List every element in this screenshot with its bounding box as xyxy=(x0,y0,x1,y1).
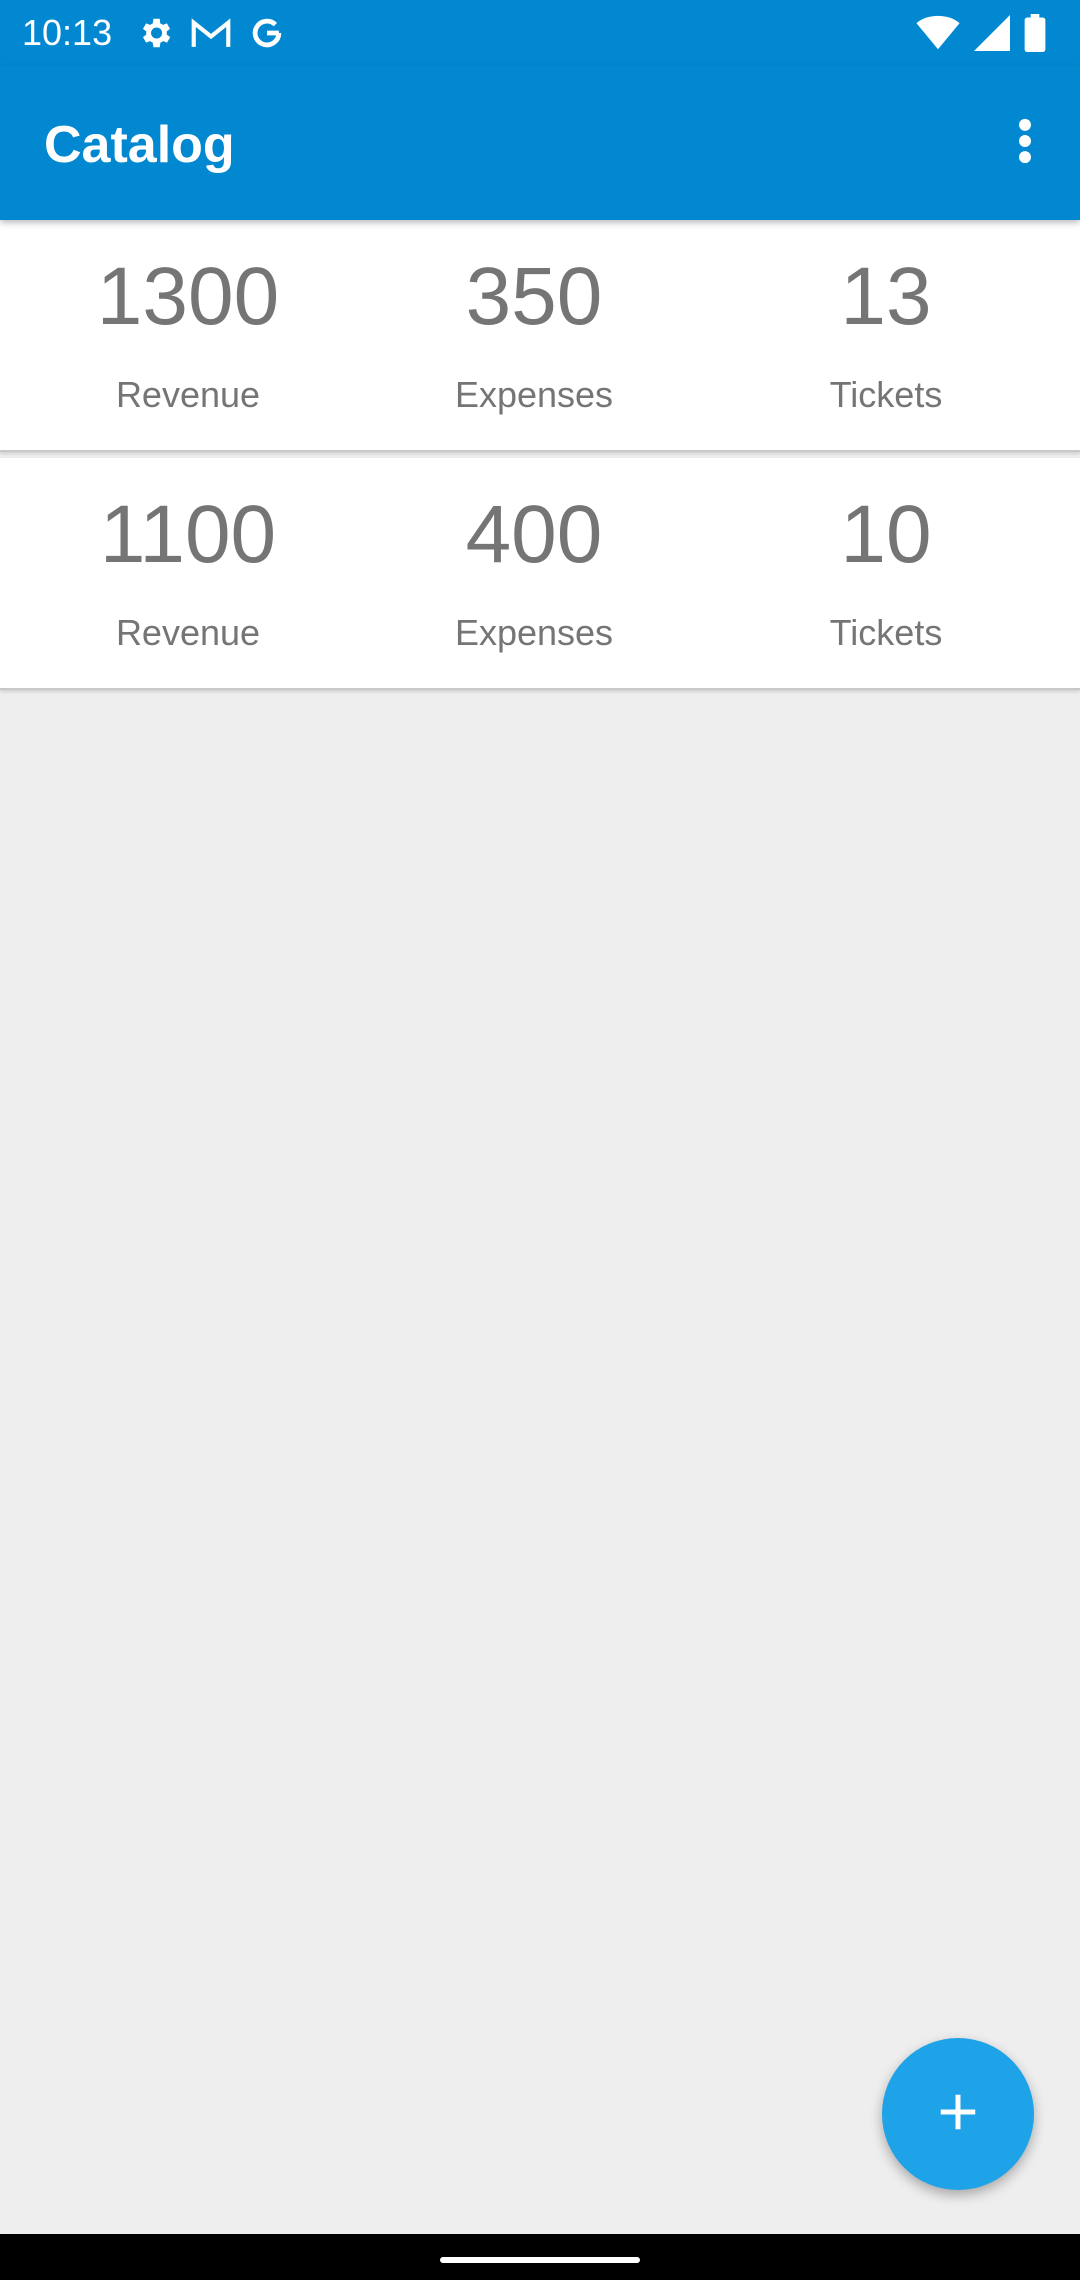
revenue-value: 1100 xyxy=(99,489,277,580)
tickets-stat: 13 Tickets xyxy=(706,220,1066,450)
status-icons-right xyxy=(916,14,1046,57)
navigation-bar xyxy=(0,2234,1080,2280)
google-icon xyxy=(248,14,286,57)
expenses-label: Expenses xyxy=(454,374,614,415)
revenue-stat: 1100 Revenue xyxy=(8,458,368,688)
tickets-label: Tickets xyxy=(829,612,943,653)
tickets-value: 10 xyxy=(840,489,932,580)
revenue-stat: 1300 Revenue xyxy=(8,220,368,450)
revenue-label: Revenue xyxy=(115,374,261,415)
expenses-stat: 350 Expenses xyxy=(354,220,714,450)
catalog-card[interactable]: 1100 Revenue 400 Expenses 10 Tickets xyxy=(0,458,1080,690)
catalog-list: 1300 Revenue 350 Expenses 13 Tickets 110… xyxy=(0,220,1080,696)
tickets-label: Tickets xyxy=(829,374,943,415)
status-time: 10:13 xyxy=(22,12,113,53)
plus-icon xyxy=(935,2089,981,2140)
app-bar: Catalog xyxy=(0,66,1080,220)
battery-icon xyxy=(1024,14,1046,57)
expenses-label: Expenses xyxy=(454,612,614,653)
gmail-icon xyxy=(190,14,232,57)
expenses-stat: 400 Expenses xyxy=(354,458,714,688)
tickets-stat: 10 Tickets xyxy=(706,458,1066,688)
gear-icon xyxy=(136,14,174,57)
add-button[interactable] xyxy=(882,2038,1034,2190)
signal-icon xyxy=(974,15,1010,56)
revenue-label: Revenue xyxy=(115,612,261,653)
app-title: Catalog xyxy=(44,116,235,174)
status-bar: 10:13 xyxy=(0,0,1080,66)
status-icons-left xyxy=(136,14,286,57)
wifi-icon xyxy=(916,15,960,56)
expenses-value: 350 xyxy=(465,251,603,342)
expenses-value: 400 xyxy=(465,489,603,580)
more-options-button[interactable] xyxy=(992,110,1058,176)
home-handle[interactable] xyxy=(440,2257,640,2263)
tickets-value: 13 xyxy=(840,251,932,342)
catalog-card[interactable]: 1300 Revenue 350 Expenses 13 Tickets xyxy=(0,220,1080,452)
revenue-value: 1300 xyxy=(96,251,280,342)
more-vert-icon xyxy=(1018,118,1032,169)
